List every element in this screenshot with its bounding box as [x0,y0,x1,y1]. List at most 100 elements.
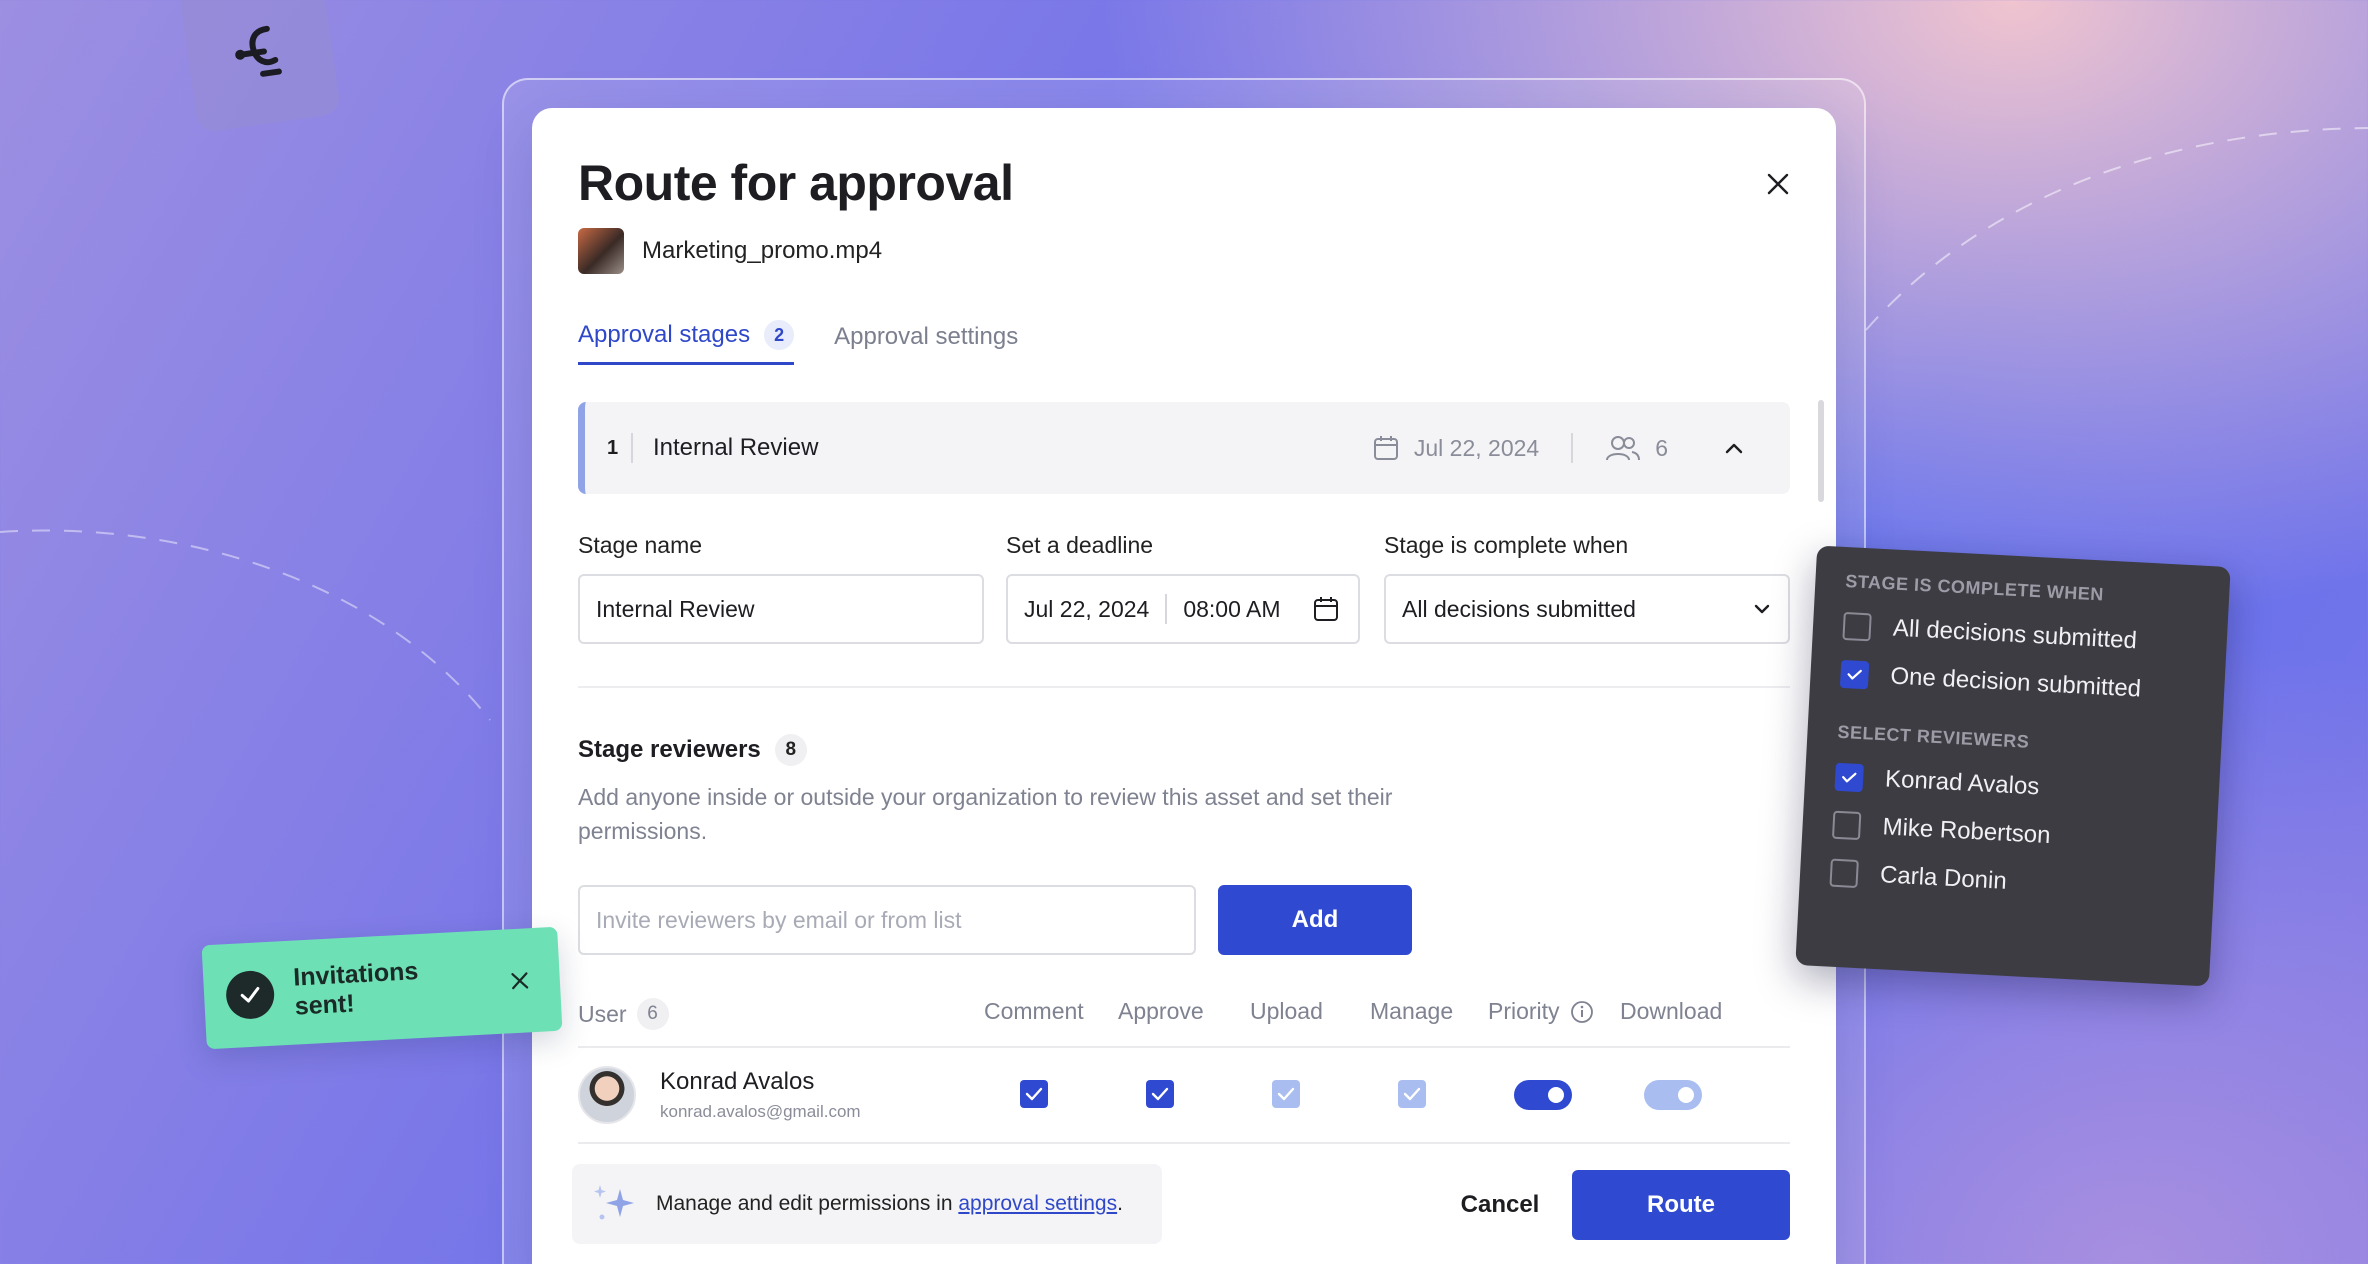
upload-permission-checkbox[interactable] [1272,1080,1300,1108]
check-icon [1847,669,1862,680]
reviewers-title: Stage reviewers [578,736,761,763]
close-icon [1767,173,1789,195]
stage-name-label: Stage name [578,532,703,558]
stage-reviewers-heading: Stage reviewers 8 [578,734,807,766]
table-row: Konrad Avalos konrad.avalos@gmail.com [578,1066,861,1124]
user-name: Konrad Avalos [660,1068,815,1095]
toast-message: Invitations sent! [292,957,419,1021]
approve-permission-checkbox[interactable] [1146,1080,1174,1108]
reviewer-option-carla[interactable]: Carla Donin [1829,858,2184,905]
option-label: Mike Robertson [1881,813,2052,850]
checkbox[interactable] [1834,762,1864,793]
dialog-title: Route for approval [578,155,1014,211]
checkbox[interactable] [1839,659,1870,690]
check-icon [1151,1087,1169,1101]
option-label: Konrad Avalos [1884,765,2040,801]
priority-toggle[interactable] [1514,1080,1572,1110]
check-icon [1403,1087,1421,1101]
calendar-icon[interactable] [1312,595,1340,623]
user-header-label: User [578,1000,627,1027]
checkbox[interactable] [1842,611,1872,642]
check-icon [240,986,260,1003]
tab-approval-settings[interactable]: Approval settings [834,320,1018,365]
stage-name-value: Internal Review [596,595,755,622]
column-header-download: Download [1620,998,1723,1024]
toast-close-button[interactable] [501,962,539,1000]
info-icon[interactable] [1570,1000,1594,1024]
deadline-date: Jul 22, 2024 [1024,595,1150,622]
reviewer-option-mike[interactable]: Mike Robertson [1831,810,2187,857]
scrollbar[interactable] [1818,400,1824,502]
tab-approval-stages[interactable]: Approval stages 2 [578,320,795,365]
user-info: Konrad Avalos konrad.avalos@gmail.com [660,1068,861,1122]
manage-permission-checkbox[interactable] [1398,1080,1426,1108]
complete-condition-label: Stage is complete when [1384,532,1629,558]
option-label: One decision submitted [1889,662,2142,703]
separator [1571,433,1574,463]
reviewer-option-konrad[interactable]: Konrad Avalos [1834,762,2189,809]
cancel-button[interactable]: Cancel [1426,1170,1574,1240]
stage-number: 1 [607,436,619,459]
tab-label: Approval settings [834,322,1019,350]
user-email: konrad.avalos@gmail.com [660,1102,861,1121]
check-icon [1277,1087,1295,1101]
reviewer-count: 6 [1655,434,1668,461]
options-dropdown-panel: STAGE IS COMPLETE WHEN All decisions sub… [1795,545,2231,987]
user-count-badge: 6 [636,998,669,1030]
calendar-icon [1373,436,1398,460]
deadline-time: 08:00 AM [1183,595,1281,622]
checkbox[interactable] [1829,858,1859,889]
stage-header[interactable]: 1 Internal Review Jul 22, 2024 6 [578,402,1790,494]
sparkle-icon [594,1185,634,1220]
close-button[interactable] [1758,164,1798,204]
comment-permission-checkbox[interactable] [1020,1080,1048,1108]
priority-header-label: Priority [1488,998,1560,1024]
dialog-tabs: Approval stages 2 Approval settings [578,320,1018,365]
asset-thumbnail [578,228,624,274]
collapse-stage-button[interactable] [1714,428,1754,468]
option-one-decision[interactable]: One decision submitted [1839,659,2195,706]
close-icon [511,972,529,990]
app-logo [178,0,342,134]
deadline-picker[interactable]: Jul 22, 2024 08:00 AM [1006,574,1360,644]
invite-reviewers-input[interactable] [578,885,1196,955]
column-header-manage: Manage [1370,998,1454,1024]
column-header-comment: Comment [984,998,1084,1024]
column-header-approve: Approve [1118,998,1204,1024]
option-label: All decisions submitted [1892,614,2138,655]
permissions-hint: Manage and edit permissions in approval … [572,1164,1162,1244]
stage-deadline: Jul 22, 2024 [1372,434,1539,462]
asset-info: Marketing_promo.mp4 [578,228,882,274]
separator [631,433,633,463]
stage-title: Internal Review [653,434,819,461]
chevron-up-icon [1725,443,1743,454]
reviewers-description: Add anyone inside or outside your organi… [578,784,1393,844]
complete-condition-heading: STAGE IS COMPLETE WHEN [1844,570,2105,605]
hint-prefix: Manage and edit permissions in [656,1192,959,1215]
chevron-down-icon [1754,604,1770,614]
success-icon [224,969,276,1021]
asset-file-name: Marketing_promo.mp4 [642,237,883,264]
option-all-decisions[interactable]: All decisions submitted [1842,611,2197,658]
table-header-divider [578,1046,1790,1048]
row-divider [578,1142,1790,1144]
complete-condition-value: All decisions submitted [1402,595,1636,622]
column-header-upload: Upload [1250,998,1323,1024]
success-toast: Invitations sent! [201,926,563,1050]
route-button[interactable]: Route [1572,1170,1790,1240]
divider [578,686,1790,688]
reviewers-count-badge: 8 [774,734,807,766]
toggle-knob [1548,1087,1564,1103]
option-label: Carla Donin [1879,861,2008,895]
deadline-label: Set a deadline [1006,532,1154,558]
check-icon [1842,772,1857,783]
approval-settings-link[interactable]: approval settings [958,1192,1117,1215]
avatar [578,1066,636,1124]
add-reviewer-button[interactable]: Add [1218,885,1412,955]
checkbox[interactable] [1831,810,1862,841]
download-toggle[interactable] [1644,1080,1702,1110]
stage-count-badge: 2 [764,320,795,350]
stage-name-input[interactable]: Internal Review [578,574,984,644]
hint-suffix: . [1117,1192,1123,1215]
complete-condition-select[interactable]: All decisions submitted [1384,574,1790,644]
